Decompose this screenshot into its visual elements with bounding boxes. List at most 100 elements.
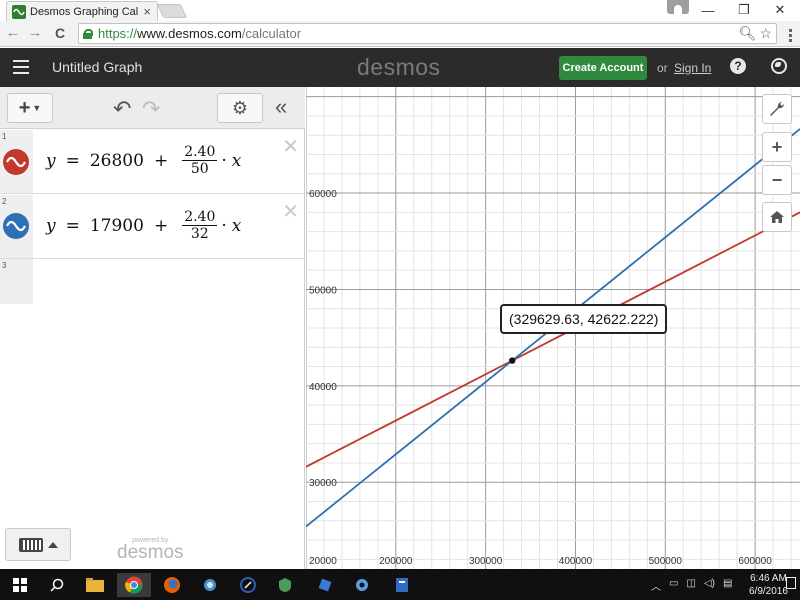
tray-chevron-icon[interactable]: ︿ [651, 578, 661, 593]
app-swirl-icon[interactable] [236, 573, 260, 597]
windows-start-icon[interactable] [8, 573, 32, 597]
collapse-panel-icon[interactable]: « [275, 94, 287, 120]
zoom-in-button[interactable]: + [762, 132, 792, 162]
x-tick-label: 200000 [379, 556, 413, 567]
desmos-header: Untitled Graph desmos Create Account or … [0, 48, 800, 87]
bookmark-star-icon[interactable]: ☆ [759, 25, 772, 42]
chrome-icon[interactable] [117, 573, 151, 597]
plus-icon: + [18, 96, 31, 119]
intersection-point [509, 357, 516, 364]
browser-menu-icon[interactable] [784, 26, 796, 44]
expression-math-1[interactable]: y = 26800 + 2.40 50 · x [46, 144, 241, 177]
red-curve-style-icon[interactable] [3, 149, 29, 175]
tab-title: Desmos Graphing Calculator [30, 5, 138, 18]
intersection-label[interactable]: (329629.63, 42622.222) [500, 304, 668, 334]
windows-taskbar: ︿ ▭ ◫ ◁) ▤ 6:46 AM 6/9/2016 [0, 569, 800, 600]
keyboard-icon [18, 537, 43, 552]
app-puzzle-icon[interactable] [313, 573, 337, 597]
firefox-icon[interactable] [160, 573, 184, 597]
math-equals: = [65, 150, 80, 171]
zoom-icon[interactable]: 🔍︎ [739, 25, 757, 42]
y-tick-label: 50000 [309, 285, 337, 296]
browser-tab-strip: Desmos Graphing Calculator × — ❐ ✕ [0, 0, 800, 21]
sign-in-link[interactable]: Sign In [674, 61, 711, 75]
system-tray[interactable]: ︿ ▭ ◫ ◁) ▤ [651, 578, 732, 593]
app-document-icon[interactable] [390, 573, 414, 597]
graph-settings-wrench-icon[interactable] [762, 94, 792, 124]
profile-icon[interactable] [667, 0, 689, 14]
restore-button[interactable]: ❐ [726, 0, 762, 20]
fraction-numerator: 2.40 [182, 209, 218, 226]
clock-date: 6/9/2016 [749, 586, 788, 597]
math-constant: 26800 [89, 150, 144, 171]
expression-gutter: 1 [0, 130, 33, 193]
app-shield-icon[interactable] [273, 573, 297, 597]
clock-time: 6:46 AM [750, 573, 787, 584]
undo-icon[interactable]: ↶ [113, 96, 131, 122]
math-var: x [231, 150, 242, 171]
add-item-button[interactable]: + ▼ [7, 93, 53, 123]
delete-expression-icon[interactable]: ✕ [282, 199, 299, 224]
blue-curve-style-icon[interactable] [3, 213, 29, 239]
reload-icon[interactable]: C [51, 24, 69, 42]
zoom-out-button[interactable]: − [762, 165, 792, 195]
message-icon[interactable]: ▤ [723, 578, 732, 593]
forward-icon[interactable]: → [26, 24, 44, 42]
x-tick-label: 500000 [649, 556, 683, 567]
address-bar[interactable]: https:// www.desmos.com /calculator 🔍︎ ☆ [78, 23, 777, 44]
desmos-logo: desmos [357, 54, 441, 80]
network-icon[interactable]: ◫ [686, 578, 695, 593]
taskbar-clock[interactable]: 6:46 AM 6/9/2016 [749, 572, 788, 598]
back-icon[interactable]: ← [4, 24, 22, 42]
cloud-app-icon[interactable] [198, 573, 222, 597]
close-window-button[interactable]: ✕ [762, 0, 798, 20]
new-tab-button[interactable] [156, 4, 188, 18]
keypad-toggle-button[interactable] [5, 528, 71, 561]
language-globe-icon[interactable] [771, 58, 787, 74]
x-tick-label: 400000 [559, 556, 593, 567]
x-tick-label: 20000 [309, 556, 337, 567]
create-account-button[interactable]: Create Account [559, 56, 647, 80]
minimize-button[interactable]: — [690, 0, 726, 20]
y-tick-label: 30000 [309, 478, 337, 489]
battery-icon[interactable]: ▭ [669, 578, 678, 593]
url-host: www.desmos.com [137, 26, 242, 41]
math-fraction: 2.40 32 [182, 209, 218, 242]
y-tick-label: 40000 [309, 382, 337, 393]
desmos-favicon-icon [12, 4, 26, 19]
expression-row-1[interactable]: 1 y = 26800 + 2.40 50 · x ✕ [0, 130, 305, 194]
empty-expression-row[interactable]: 3 [0, 259, 305, 304]
app-gear-icon[interactable] [350, 573, 374, 597]
expression-index: 2 [2, 197, 7, 206]
expression-index: 1 [2, 132, 7, 141]
redo-icon[interactable]: ↷ [142, 96, 160, 122]
fraction-denominator: 50 [190, 161, 209, 177]
math-plus: + [153, 215, 169, 236]
graph-title[interactable]: Untitled Graph [52, 59, 142, 75]
powered-by-desmos[interactable]: powered by desmos [117, 537, 184, 562]
y-tick-label: 60000 [309, 189, 337, 200]
math-dot: · [221, 215, 227, 236]
help-icon[interactable]: ? [730, 58, 746, 74]
expression-gutter: 3 [0, 259, 33, 304]
file-explorer-icon[interactable] [83, 573, 107, 597]
fraction-numerator: 2.40 [182, 144, 218, 161]
fraction-denominator: 32 [190, 226, 209, 242]
home-icon[interactable] [762, 202, 792, 232]
x-tick-label: 300000 [469, 556, 503, 567]
action-center-icon[interactable] [786, 577, 796, 589]
delete-expression-icon[interactable]: ✕ [282, 134, 299, 159]
expression-math-2[interactable]: y = 17900 + 2.40 32 · x [46, 209, 241, 242]
math-lhs: y [46, 150, 56, 171]
powered-by-brand: desmos [117, 542, 184, 563]
lock-icon [83, 28, 93, 39]
settings-gear-icon[interactable]: ⚙ [217, 93, 263, 123]
browser-tab[interactable]: Desmos Graphing Calculator × [6, 1, 158, 21]
caret-down-icon: ▼ [32, 103, 42, 113]
expression-toolbar: + ▼ ↶ ↷ ⚙ « [0, 87, 305, 129]
expression-row-2[interactable]: 2 y = 17900 + 2.40 32 · x ✕ [0, 195, 305, 259]
tab-close-icon[interactable]: × [143, 4, 151, 19]
hamburger-menu-icon[interactable] [13, 60, 29, 74]
search-icon[interactable] [45, 573, 69, 597]
volume-icon[interactable]: ◁) [704, 578, 715, 593]
